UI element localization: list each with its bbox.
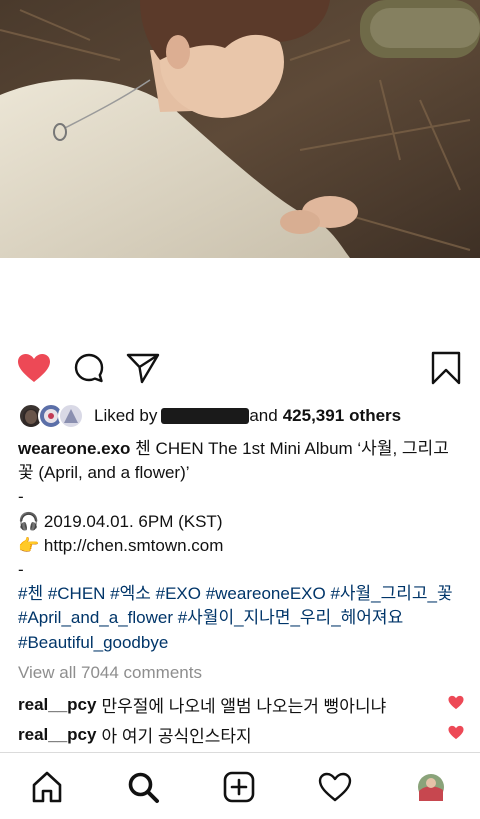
nav-search-button[interactable]: [123, 769, 163, 809]
comment-text: 아 여기 공식인스타지: [101, 727, 252, 746]
heart-icon: [448, 725, 464, 740]
search-icon: [126, 770, 160, 809]
bookmark-icon: [431, 351, 461, 390]
comment-username[interactable]: real__pcy: [18, 695, 96, 715]
redacted-username: [161, 408, 250, 424]
liked-by-label: Liked by: [94, 406, 158, 425]
caption-main: weareone.exo 첸 CHEN The 1st Mini Album ‘…: [18, 437, 464, 485]
profile-avatar: [417, 773, 445, 806]
caption-dash: -: [18, 560, 24, 580]
comment-item: real__pcy 아 여기 공식인스타지: [18, 722, 464, 747]
comment-button[interactable]: [69, 348, 109, 392]
post-author[interactable]: weareone.exo: [18, 439, 130, 458]
nav-activity-button[interactable]: [315, 769, 355, 809]
share-button[interactable]: [123, 348, 163, 392]
like-button[interactable]: [14, 348, 54, 392]
paper-plane-icon: [126, 352, 160, 389]
bottom-nav: [0, 752, 480, 819]
comment-bubble-icon: [73, 352, 105, 389]
home-icon: [30, 770, 64, 809]
caption-hashtags[interactable]: #첸 #CHEN #엑소 #EXO #weareoneEXO #사월_그리고_꽃…: [18, 582, 464, 655]
add-post-icon: [222, 770, 256, 809]
liked-by-connector: and: [249, 406, 278, 425]
nav-profile-button[interactable]: [411, 769, 451, 809]
comment-text: 만우절에 나오네 앨범 나오는거 뻥아니냐: [101, 697, 387, 716]
likes-summary[interactable]: Liked by and 425,391 others: [18, 402, 401, 430]
caption-date: 🎧 2019.04.01. 6PM (KST): [18, 511, 223, 531]
activity-heart-icon: [318, 771, 352, 808]
likes-others-label: others: [349, 406, 402, 425]
post-photo[interactable]: [0, 0, 480, 258]
comment-username[interactable]: real__pcy: [18, 725, 96, 745]
nav-add-post-button[interactable]: [219, 769, 259, 809]
caption-dash: -: [18, 487, 24, 507]
nav-home-button[interactable]: [27, 769, 67, 809]
view-all-comments-link[interactable]: View all 7044 comments: [18, 663, 202, 683]
post-action-bar: [0, 348, 480, 392]
heart-icon: [448, 695, 464, 710]
liker-avatars: [18, 403, 88, 429]
save-button[interactable]: [426, 348, 466, 392]
caption-url[interactable]: 👉 http://chen.smtown.com: [18, 534, 464, 558]
heart-icon: [17, 353, 51, 388]
likes-count: 425,391: [282, 406, 345, 425]
post-caption: weareone.exo 첸 CHEN The 1st Mini Album ‘…: [18, 437, 464, 655]
comment-item: real__pcy 만우절에 나오네 앨범 나오는거 뻥아니냐: [18, 692, 464, 717]
avatar: [58, 403, 84, 429]
comment-like-button[interactable]: [448, 725, 464, 740]
comment-like-button[interactable]: [448, 695, 464, 710]
